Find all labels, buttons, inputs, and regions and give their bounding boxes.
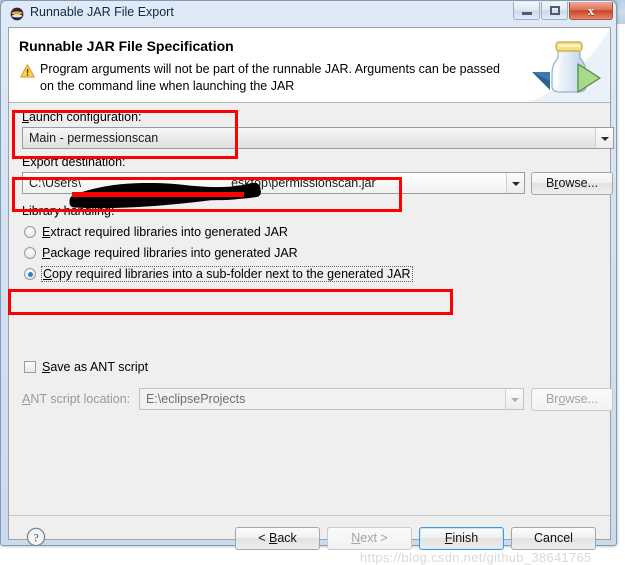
ant-script-location-value: E:\eclipseProjects <box>146 392 246 406</box>
warning-icon <box>20 64 35 78</box>
restore-icon <box>550 6 560 15</box>
radio-package-libraries-label: Package required libraries into generate… <box>42 246 298 260</box>
chevron-down-icon <box>505 389 523 409</box>
radio-button-icon[interactable] <box>24 247 36 259</box>
next-button: Next > <box>327 527 412 550</box>
radio-extract-libraries[interactable]: Extract required libraries into generate… <box>24 223 288 241</box>
dialog-client-area: Runnable JAR File Specification Program … <box>8 27 614 565</box>
save-as-ant-script-checkbox-row[interactable]: Save as ANT script <box>24 358 148 376</box>
export-destination-combo[interactable]: C:\Users\ esktop\permissionscan.jar <box>22 172 525 194</box>
radio-button-icon[interactable] <box>24 226 36 238</box>
wizard-form: Launch configuration: Main - permessions… <box>9 103 614 565</box>
page-message-line1: Program arguments will not be part of th… <box>40 62 500 76</box>
chevron-down-icon[interactable] <box>506 173 524 193</box>
launch-configuration-value: Main - permessionscan <box>29 131 159 145</box>
radio-extract-libraries-label: Extract required libraries into generate… <box>42 225 288 239</box>
ant-script-location-combo: E:\eclipseProjects <box>139 388 524 410</box>
back-button[interactable]: < Back <box>235 527 320 550</box>
library-handling-label: Library handling: <box>22 204 115 218</box>
eclipse-logo-icon <box>10 7 24 21</box>
window-title: Runnable JAR File Export <box>30 5 174 19</box>
checkbox-icon[interactable] <box>24 361 36 373</box>
cancel-button[interactable]: Cancel <box>511 527 596 550</box>
launch-configuration-label: Launch configuration: <box>22 110 142 124</box>
radio-button-selected-icon[interactable] <box>24 268 36 280</box>
finish-button[interactable]: Finish <box>419 527 504 550</box>
minimize-icon <box>522 12 532 15</box>
page-message: Program arguments will not be part of th… <box>40 61 535 95</box>
export-destination-browse-button[interactable]: Browse... <box>531 172 613 195</box>
save-as-ant-script-label: Save as ANT script <box>42 360 149 374</box>
launch-configuration-combo[interactable]: Main - permessionscan <box>22 127 614 149</box>
export-destination-label: Export destination: <box>22 155 126 169</box>
svg-text:?: ? <box>33 531 38 545</box>
close-button[interactable]: x <box>569 2 613 20</box>
page-title: Runnable JAR File Specification <box>19 38 234 54</box>
radio-copy-libraries-label: Copy required libraries into a sub-folde… <box>41 266 413 282</box>
chevron-down-icon[interactable] <box>595 128 613 148</box>
ant-script-location-label: ANT script location: <box>22 392 131 406</box>
radio-copy-libraries[interactable]: Copy required libraries into a sub-folde… <box>24 265 413 283</box>
title-bar[interactable]: Runnable JAR File Export x <box>1 1 616 27</box>
footer-divider <box>9 515 610 516</box>
ant-script-browse-button: Browse... <box>531 388 613 411</box>
jar-export-icon <box>528 28 610 102</box>
export-dialog-window: Runnable JAR File Export x Runnable JAR … <box>0 0 617 565</box>
radio-package-libraries[interactable]: Package required libraries into generate… <box>24 244 298 262</box>
export-destination-value: C:\Users\ esktop\permissionscan.jar <box>29 176 376 190</box>
minimize-button[interactable] <box>513 2 540 20</box>
window-controls: x <box>512 2 613 20</box>
wizard-header: Runnable JAR File Specification Program … <box>9 28 610 103</box>
restore-button[interactable] <box>541 2 568 20</box>
close-icon: x <box>587 3 595 18</box>
page-message-line2: on the command line when launching the J… <box>40 79 295 93</box>
watermark-text: https://blog.csdn.net/github_38641765 <box>360 550 592 565</box>
help-question-icon[interactable]: ? <box>26 527 46 547</box>
